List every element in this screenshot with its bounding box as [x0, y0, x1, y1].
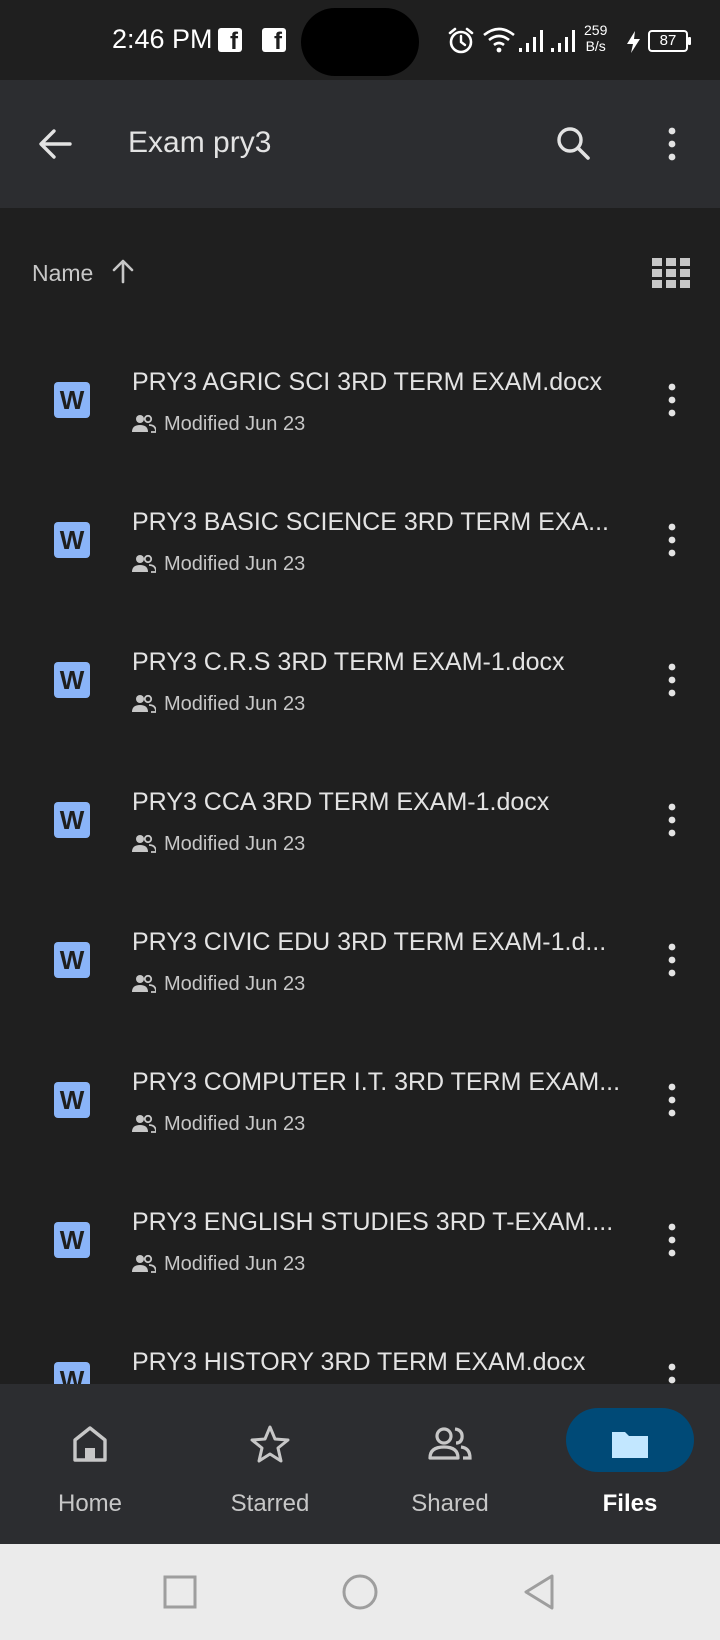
word-doc-icon: W — [54, 522, 90, 558]
battery-icon: 87 — [648, 30, 691, 52]
modified-date: Modified Jun 23 — [164, 693, 306, 715]
shared-people-icon — [132, 1254, 156, 1273]
app-bar: Exam pry3 — [0, 80, 720, 208]
home-circle-icon[interactable] — [336, 1568, 384, 1616]
modified-date: Modified Jun 23 — [164, 1253, 306, 1275]
more-vert-icon[interactable] — [650, 798, 694, 842]
nav-shared[interactable]: Shared — [360, 1384, 540, 1544]
word-doc-icon: W — [54, 1082, 90, 1118]
shared-people-icon — [132, 554, 156, 573]
camera-cutout — [301, 8, 419, 76]
modified-date: Modified Jun 23 — [164, 553, 306, 575]
shared-people-icon — [132, 1114, 156, 1133]
word-doc-icon: W — [54, 942, 90, 978]
shared-people-icon — [132, 414, 156, 433]
file-name: PRY3 HISTORY 3RD TERM EXAM.docx — [132, 1348, 586, 1376]
nav-starred-label: Starred — [230, 1490, 310, 1517]
file-row[interactable]: W PRY3 AGRIC SCI 3RD TERM EXAM.docx Modi… — [0, 330, 720, 470]
search-icon[interactable] — [548, 118, 600, 170]
signal-icon — [519, 30, 543, 52]
shared-people-icon — [132, 974, 156, 993]
more-vert-icon[interactable] — [650, 938, 694, 982]
file-name: PRY3 CIVIC EDU 3RD TERM EXAM-1.d... — [132, 928, 607, 956]
nav-starred[interactable]: Starred — [180, 1384, 360, 1544]
status-time: 2:46 PM — [112, 24, 213, 54]
file-name: PRY3 ENGLISH STUDIES 3RD T-EXAM.... — [132, 1208, 614, 1236]
word-doc-icon: W — [54, 1222, 90, 1258]
back-triangle-icon[interactable] — [516, 1568, 564, 1616]
nav-files[interactable]: Files — [540, 1384, 720, 1544]
file-row[interactable]: W PRY3 HISTORY 3RD TERM EXAM.docx Modifi… — [0, 1310, 720, 1384]
more-vert-icon[interactable] — [646, 118, 698, 170]
file-row[interactable]: W PRY3 BASIC SCIENCE 3RD TERM EXA... Mod… — [0, 470, 720, 610]
file-name: PRY3 AGRIC SCI 3RD TERM EXAM.docx — [132, 368, 603, 396]
modified-date: Modified Jun 23 — [164, 973, 306, 995]
alarm-icon — [448, 27, 474, 54]
word-doc-icon: W — [54, 662, 90, 698]
file-name: PRY3 COMPUTER I.T. 3RD TERM EXAM... — [132, 1068, 621, 1096]
more-vert-icon[interactable] — [650, 658, 694, 702]
system-navigation-bar — [0, 1544, 720, 1640]
recent-apps-icon[interactable] — [156, 1568, 204, 1616]
page-title: Exam pry3 — [128, 126, 272, 159]
folder-icon — [612, 1432, 648, 1458]
file-name: PRY3 BASIC SCIENCE 3RD TERM EXA... — [132, 508, 609, 536]
back-arrow-icon[interactable] — [30, 118, 82, 170]
file-row[interactable]: W PRY3 CCA 3RD TERM EXAM-1.docx Modified… — [0, 750, 720, 890]
more-vert-icon[interactable] — [650, 518, 694, 562]
modified-date: Modified Jun 23 — [164, 413, 306, 435]
modified-date: Modified Jun 23 — [164, 833, 306, 855]
network-speed: 259 B/s — [584, 22, 607, 54]
shared-people-icon — [132, 694, 156, 713]
word-doc-icon: W — [54, 1362, 90, 1384]
arrow-up-icon[interactable] — [108, 256, 138, 286]
more-vert-icon[interactable] — [650, 1078, 694, 1122]
file-list: W PRY3 AGRIC SCI 3RD TERM EXAM.docx Modi… — [0, 330, 720, 1384]
home-icon — [73, 1426, 107, 1462]
more-vert-icon[interactable] — [650, 378, 694, 422]
nav-home-label: Home — [57, 1490, 123, 1517]
file-row[interactable]: W PRY3 C.R.S 3RD TERM EXAM-1.docx Modifi… — [0, 610, 720, 750]
facebook-icon: f — [218, 28, 242, 52]
signal-icon — [551, 30, 575, 52]
nav-home[interactable]: Home — [0, 1384, 180, 1544]
bottom-nav: Home Starred Shared Files — [0, 1384, 720, 1544]
file-row[interactable]: W PRY3 ENGLISH STUDIES 3RD T-EXAM.... Mo… — [0, 1170, 720, 1310]
sort-row: Name — [0, 244, 720, 304]
network-speed-unit: B/s — [585, 38, 606, 54]
wifi-icon — [483, 27, 515, 53]
grid-view-icon[interactable] — [652, 258, 690, 288]
shared-people-icon — [428, 1427, 472, 1460]
modified-date: Modified Jun 23 — [164, 1113, 306, 1135]
sort-by-name-button[interactable]: Name — [32, 260, 93, 287]
more-vert-icon[interactable] — [650, 1218, 694, 1262]
word-doc-icon: W — [54, 382, 90, 418]
shared-people-icon — [132, 834, 156, 853]
status-bar: 2:46 PM f f 259 B/s 87 — [0, 0, 720, 80]
word-doc-icon: W — [54, 802, 90, 838]
network-speed-value: 259 — [584, 22, 608, 38]
file-row[interactable]: W PRY3 CIVIC EDU 3RD TERM EXAM-1.d... Mo… — [0, 890, 720, 1030]
file-name: PRY3 C.R.S 3RD TERM EXAM-1.docx — [132, 648, 565, 676]
star-icon — [250, 1425, 290, 1463]
file-row[interactable]: W PRY3 COMPUTER I.T. 3RD TERM EXAM... Mo… — [0, 1030, 720, 1170]
facebook-icon: f — [262, 28, 286, 52]
charging-icon — [627, 31, 640, 53]
file-name: PRY3 CCA 3RD TERM EXAM-1.docx — [132, 788, 550, 816]
more-vert-icon[interactable] — [650, 1358, 694, 1384]
nav-files-label: Files — [602, 1490, 658, 1517]
nav-shared-label: Shared — [411, 1490, 489, 1517]
